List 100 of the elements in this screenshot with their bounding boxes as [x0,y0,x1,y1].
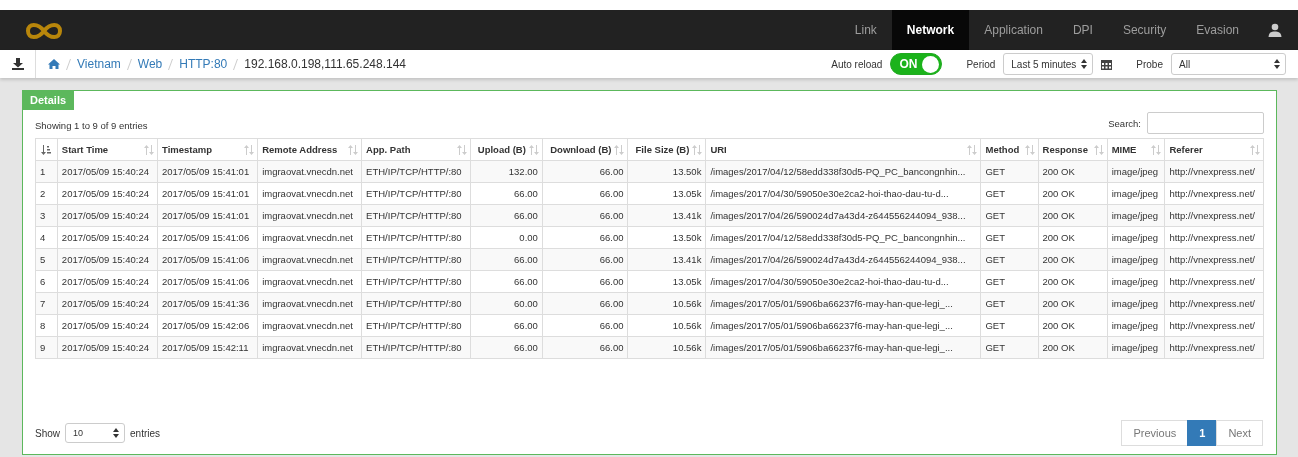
calendar-icon[interactable] [1101,58,1113,70]
page-length-select[interactable]: 10 [65,423,125,443]
updown-caret-icon [1274,59,1280,69]
updown-caret-icon [1081,59,1088,69]
period-label: Period [966,58,996,70]
nav-tab[interactable]: Evasion [1181,10,1254,50]
show-label: Show [35,427,60,439]
column-header[interactable]: Timestamp [157,138,258,161]
nav-tab[interactable]: Application [969,10,1058,50]
table-cell: 66.00 [542,270,628,293]
column-header[interactable]: MIME [1107,138,1165,161]
table-cell: imgraovat.vnecdn.net [257,270,362,293]
table-cell: GET [980,226,1038,249]
breadcrumb-link[interactable]: HTTP:80 [179,57,228,71]
table-cell: 66.00 [470,270,543,293]
period-select[interactable]: Last 5 minutes [1003,53,1094,75]
table-cell: ETH/IP/TCP/HTTP/:80 [361,226,471,249]
table-cell: GET [980,182,1038,205]
sort-icon[interactable] [1093,145,1104,155]
user-icon[interactable] [1268,23,1282,37]
column-header[interactable]: Download (B) [542,138,628,161]
table-cell: /images/2017/04/30/59050e30e2ca2-hoi-thao-dau-tu-d... [705,182,981,205]
sort-icon[interactable] [967,145,978,155]
column-header[interactable]: File Size (B) [627,138,706,161]
column-header[interactable]: URI [705,138,981,161]
home-icon[interactable] [48,59,60,69]
download-icon[interactable] [11,58,24,70]
table-cell: 9 [35,336,58,359]
probe-select[interactable]: All [1171,53,1286,75]
table-cell: 8 [35,314,58,337]
table-cell: 5 [35,248,58,271]
search-label: Search: [1108,117,1141,129]
column-header[interactable]: Upload (B) [470,138,543,161]
table-cell: 2 [35,182,58,205]
table-cell: 0.00 [470,226,543,249]
sort-icon[interactable] [1250,145,1260,155]
entries-info: Showing 1 to 9 of 9 entries [35,120,148,131]
column-header[interactable]: Remote Address [257,138,362,161]
search-field[interactable] [1147,112,1264,134]
table-cell: 200 OK [1038,226,1108,249]
table-cell: 13.05k [627,182,706,205]
table-cell: 1 [35,160,58,183]
sort-icon[interactable] [456,145,467,155]
table-cell: 2017/05/09 15:41:06 [157,270,258,293]
table-cell: /images/2017/04/26/590024d7a43d4-z644556244094_938... [705,248,981,271]
sort-icon[interactable] [692,145,703,155]
nav-tab[interactable]: DPI [1057,10,1108,50]
column-header[interactable]: Start Time [57,138,158,161]
auto-reload-label: Auto reload [831,58,883,70]
nav-tab[interactable]: Network [891,10,970,50]
sort-icon[interactable] [144,145,154,155]
table-cell: 200 OK [1038,182,1108,205]
nav-tab[interactable]: Security [1107,10,1182,50]
sort-icon[interactable] [614,145,625,155]
updown-caret-icon [113,428,119,438]
table-cell: 10.56k [627,314,706,337]
column-header[interactable]: Referer [1164,138,1264,161]
sort-icon[interactable] [1151,145,1162,155]
column-header[interactable]: Response [1038,138,1108,161]
table-cell: 2017/05/09 15:42:06 [157,314,258,337]
table-cell: 2017/05/09 15:40:24 [57,314,158,337]
table-cell: 3 [35,204,58,227]
table-cell: 2017/05/09 15:40:24 [57,270,158,293]
sort-icon[interactable] [528,145,539,155]
breadcrumb-link[interactable]: Web [137,57,163,71]
table-cell: image/jpeg [1107,314,1165,337]
nav-tab[interactable]: Link [839,10,892,50]
table-cell: 13.50k [627,226,706,249]
breadcrumb-link[interactable]: Vietnam [77,57,121,71]
table-cell: 66.00 [470,182,543,205]
table-cell: 2017/05/09 15:41:01 [157,182,258,205]
table-cell: imgraovat.vnecdn.net [257,314,362,337]
logo-icon[interactable] [24,21,64,41]
table-cell: image/jpeg [1107,226,1165,249]
table-cell: 66.00 [470,314,543,337]
pagination-button[interactable]: 1 [1187,420,1218,446]
sort-ascending-icon[interactable] [41,145,51,155]
sort-icon[interactable] [1024,145,1035,155]
breadcrumb-current: 192.168.0.198,111.65.248.144 [244,57,406,71]
sort-icon[interactable] [244,145,255,155]
table-cell: 4 [35,226,58,249]
table-cell: 66.00 [542,182,628,205]
table-cell: 200 OK [1038,270,1108,293]
table-cell: /images/2017/05/01/5906ba66237f6-may-han-que-legi_... [705,314,981,337]
table-cell: /images/2017/05/01/5906ba66237f6-may-han-que-legi_... [705,292,981,315]
column-header[interactable]: App. Path [361,138,471,161]
pagination-button[interactable]: Next [1216,420,1263,446]
table-cell: GET [980,314,1038,337]
column-header[interactable]: Method [980,138,1038,161]
table-cell: 6 [35,270,58,293]
table-cell: GET [980,270,1038,293]
table-cell: imgraovat.vnecdn.net [257,226,362,249]
table-cell: http://vnexpress.net/ [1164,182,1264,205]
table-cell: /images/2017/04/26/590024d7a43d4-z644556244094_938... [705,204,981,227]
sort-icon[interactable] [348,145,359,155]
table-cell: 13.05k [627,270,706,293]
column-header[interactable] [35,138,58,161]
table-cell: 2017/05/09 15:40:24 [57,182,158,205]
panel-title: Details [22,90,75,110]
table-cell: http://vnexpress.net/ [1164,314,1264,337]
